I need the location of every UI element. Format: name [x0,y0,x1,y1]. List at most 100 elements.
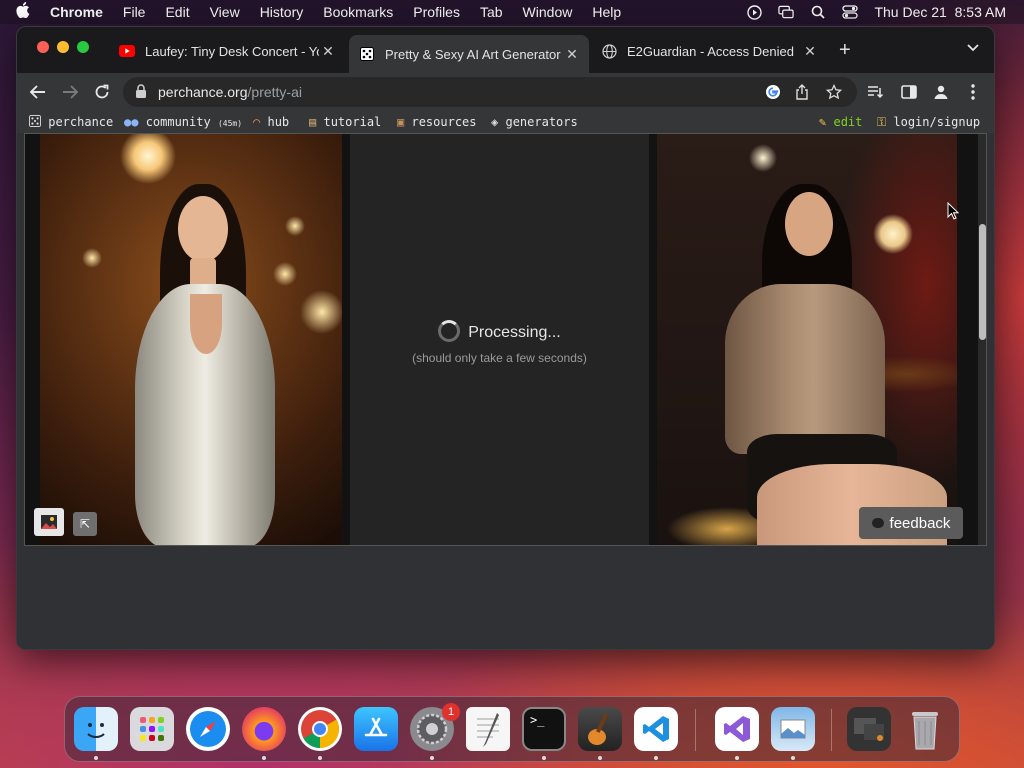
menu-view[interactable]: View [210,4,240,20]
dock-separator [695,709,696,751]
running-indicator [262,756,266,760]
terminal-icon[interactable]: >_ [522,707,566,751]
trash-icon[interactable] [903,707,947,751]
bookmark-resources[interactable]: ▣ resources [397,115,477,129]
generated-image-left[interactable]: ⇱ [34,134,342,545]
tab-perchance[interactable]: Pretty & Sexy AI Art Generator ✕ [349,35,589,73]
menu-window[interactable]: Window [523,4,573,20]
tab-title: Laufey: Tiny Desk Concert - Yo [145,43,319,59]
system-settings-icon[interactable]: 1 [410,703,460,751]
vscode-icon[interactable] [634,707,678,751]
bookmark-generators[interactable]: ◈ generators [491,115,578,129]
generated-image-right[interactable] [657,134,957,545]
profile-avatar-icon[interactable] [931,82,951,102]
notification-badge: 1 [442,703,460,721]
bookmark-edit[interactable]: ✎ edit [819,115,862,129]
preview-icon[interactable] [771,707,815,751]
bookmark-star-icon[interactable] [825,83,843,101]
play-icon[interactable] [746,4,762,20]
menu-app-name[interactable]: Chrome [50,4,103,20]
tab-e2guardian[interactable]: E2Guardian - Access Denied ✕ [591,35,827,67]
figure-face [785,192,833,256]
running-indicator [735,756,739,760]
feedback-label: feedback [889,514,951,532]
finder-icon[interactable] [74,707,118,751]
expand-arrow-icon: ⇱ [79,517,91,531]
garageband-icon[interactable] [578,707,622,751]
menu-profiles[interactable]: Profiles [413,4,460,20]
speech-bubble-icon [871,518,884,528]
firefox-icon[interactable] [242,707,286,751]
running-indicator [598,756,602,760]
browser-toolbar: perchance.org/pretty-ai [17,73,994,111]
apple-menu-icon[interactable] [16,2,36,22]
bookmark-label: generators [505,115,578,129]
reload-button[interactable] [91,81,113,103]
tab-youtube[interactable]: Laufey: Tiny Desk Concert - Yo ✕ [109,35,345,67]
tab-search-chevron-icon[interactable] [967,41,979,55]
chrome-icon[interactable] [298,707,342,751]
textedit-icon[interactable] [466,707,510,751]
bookmark-label: edit [833,115,863,129]
google-lens-icon[interactable] [764,83,782,101]
bookmark-label: hub [267,115,290,129]
scrollbar-thumb[interactable] [979,224,986,340]
feedback-button[interactable]: feedback [859,507,963,539]
bookmark-login[interactable]: ⚿ login/signup [877,115,980,130]
image-gallery-button[interactable] [34,508,64,536]
page-content: ⇱ Processing... (should only take a few … [17,133,994,649]
app-store-icon[interactable] [354,707,398,751]
tab-strip: Laufey: Tiny Desk Concert - Yo ✕ Pretty … [17,27,994,73]
forward-button[interactable] [59,81,81,103]
menu-help[interactable]: Help [592,4,621,20]
running-indicator [791,756,795,760]
menu-bookmarks[interactable]: Bookmarks [323,4,393,20]
running-indicator [94,756,98,760]
bookmark-label: login/signup [893,115,981,129]
expand-image-button[interactable]: ⇱ [73,512,97,536]
processing-status: Processing... [350,320,649,342]
site-info-icon[interactable] [135,84,149,100]
screen-mirror-icon[interactable] [778,5,795,19]
chrome-window: Laufey: Tiny Desk Concert - Yo ✕ Pretty … [16,26,995,650]
bookmark-label: community [145,115,211,129]
maximize-window-button[interactable] [77,41,89,53]
share-icon[interactable] [793,83,811,101]
back-button[interactable] [27,81,49,103]
close-tab-icon[interactable]: ✕ [319,43,337,60]
perchance-dice-icon [29,115,48,129]
safari-icon[interactable] [186,707,230,751]
bookmark-hub[interactable]: ◠ hub [253,115,289,129]
bookmarks-bar: perchance ●● community (45m) ◠ hub ▤ tut… [17,111,994,133]
bookmark-tutorial[interactable]: ▤ tutorial [309,115,381,129]
close-window-button[interactable] [37,41,49,53]
bookmark-perchance[interactable]: perchance [29,115,113,129]
minimize-window-button[interactable] [57,41,69,53]
community-count: (45m) [217,119,243,128]
spotlight-search-icon[interactable] [810,5,826,19]
url-text[interactable]: perchance.org/pretty-ai [158,84,302,100]
loading-spinner-icon [438,320,461,342]
frame-scrollbar[interactable] [978,134,986,545]
close-tab-icon[interactable]: ✕ [801,43,819,60]
menu-file[interactable]: File [123,4,146,20]
launchpad-icon[interactable] [130,707,174,751]
menu-tab[interactable]: Tab [480,4,503,20]
downloads-stack-icon[interactable] [847,707,891,751]
address-bar[interactable]: perchance.org/pretty-ai [123,77,857,107]
menu-clock[interactable]: Thu Dec 21 8:53 AM [874,4,1006,20]
bookmark-community[interactable]: ●● community (45m) [124,115,242,129]
key-icon: ⚿ [877,115,887,129]
figure-face [178,196,228,262]
new-tab-button[interactable]: + [839,39,851,62]
control-center-icon[interactable] [842,5,859,19]
menu-history[interactable]: History [260,4,304,20]
close-tab-icon[interactable]: ✕ [563,46,581,63]
generator-output-frame: ⇱ Processing... (should only take a few … [24,133,987,546]
running-indicator [430,756,434,760]
side-panel-icon[interactable] [899,82,919,102]
visual-studio-icon[interactable] [715,707,759,751]
menu-edit[interactable]: Edit [165,4,189,20]
kebab-menu-icon[interactable] [963,82,983,102]
reading-list-icon[interactable] [865,82,885,102]
